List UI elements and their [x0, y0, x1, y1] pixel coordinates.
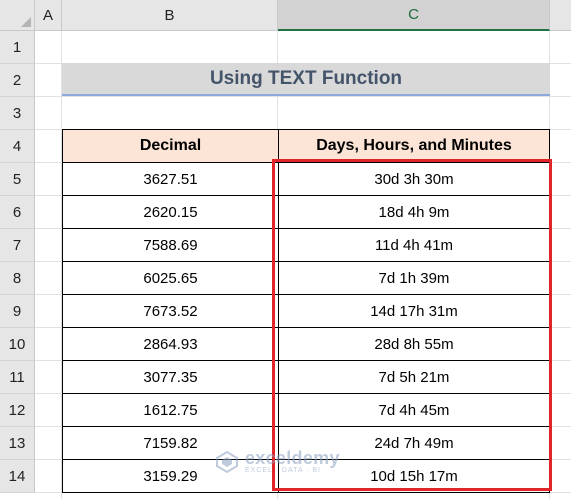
watermark: exceldemy EXCEL · DATA · BI	[215, 449, 340, 475]
row-header-7[interactable]: 7	[0, 229, 35, 262]
row-header-9[interactable]: 9	[0, 295, 35, 328]
watermark-tagline: EXCEL · DATA · BI	[245, 467, 321, 474]
cell-decimal[interactable]: 2864.93	[62, 328, 279, 361]
column-header-d[interactable]	[550, 0, 571, 31]
row-header-2[interactable]: 2	[0, 64, 35, 97]
row-header-12[interactable]: 12	[0, 394, 35, 427]
exceldemy-logo-icon	[216, 450, 238, 474]
select-all-corner[interactable]	[0, 0, 35, 31]
select-all-triangle-icon	[21, 17, 31, 27]
cell-decimal[interactable]: 7588.69	[62, 229, 279, 262]
column-header-b[interactable]: B	[62, 0, 278, 31]
column-header-a[interactable]: A	[35, 0, 62, 31]
sheet-title: Using TEXT Function	[62, 63, 550, 96]
row-header-4[interactable]: 4	[0, 130, 35, 163]
row-header-6[interactable]: 6	[0, 196, 35, 229]
row-header-13[interactable]: 13	[0, 427, 35, 460]
table-header-duration: Days, Hours, and Minutes	[278, 129, 550, 163]
row-header-10[interactable]: 10	[0, 328, 35, 361]
cell-decimal[interactable]: 6025.65	[62, 262, 279, 295]
cell-decimal[interactable]: 3627.51	[62, 163, 279, 196]
table-header-decimal: Decimal	[62, 129, 279, 163]
cell-decimal[interactable]: 1612.75	[62, 394, 279, 427]
row-header-1[interactable]: 1	[0, 31, 35, 64]
column-header-c[interactable]: C	[278, 0, 550, 31]
row-header-5[interactable]: 5	[0, 163, 35, 196]
gridline-row	[35, 96, 571, 97]
row-header-14[interactable]: 14	[0, 460, 35, 493]
cell-decimal[interactable]: 2620.15	[62, 196, 279, 229]
row-header-8[interactable]: 8	[0, 262, 35, 295]
row-header-3[interactable]: 3	[0, 97, 35, 130]
cell-decimal[interactable]: 7673.52	[62, 295, 279, 328]
watermark-name: exceldemy	[245, 448, 340, 468]
cell-decimal[interactable]: 3077.35	[62, 361, 279, 394]
highlight-box	[272, 159, 552, 491]
row-header-11[interactable]: 11	[0, 361, 35, 394]
